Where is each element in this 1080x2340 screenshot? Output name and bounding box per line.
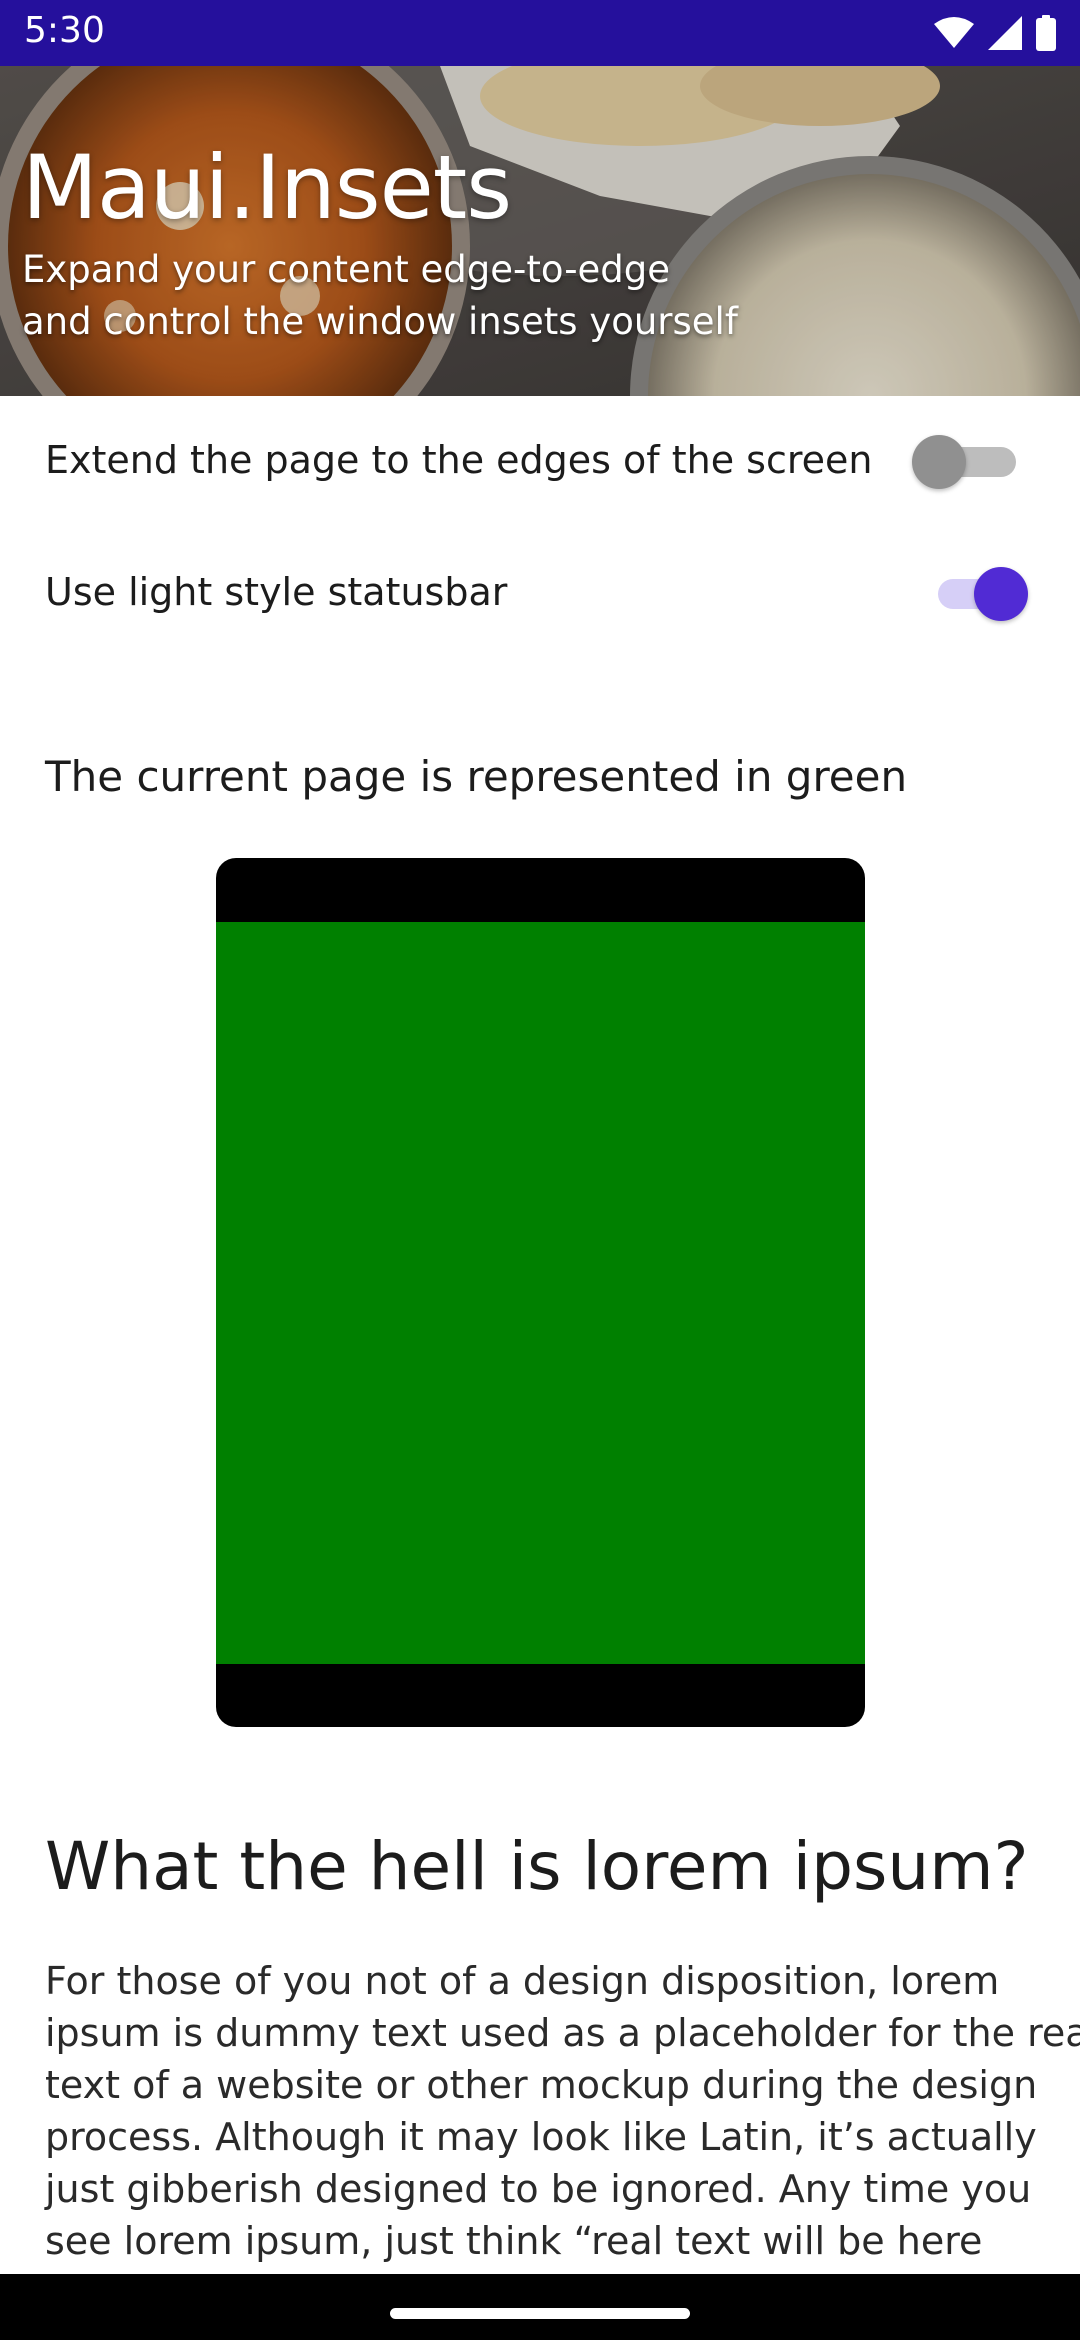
gesture-handle[interactable]	[390, 2308, 690, 2319]
status-icons	[934, 14, 1056, 52]
status-time: 5:30	[24, 10, 105, 51]
app-subtitle-line-1: Expand your content edge-to-edge	[22, 248, 671, 291]
article-line: process. Although it may look like Latin…	[45, 2115, 1037, 2159]
extend-edges-switch[interactable]	[912, 432, 1022, 492]
article-heading: What the hell is lorem ipsum?	[45, 1828, 1029, 1905]
switch-thumb	[974, 567, 1028, 621]
article-line: text of a website or other mockup during…	[45, 2063, 1038, 2107]
app-screen: 5:30 Maui.Insets Expand your content edg…	[0, 0, 1080, 2340]
app-title: Maui.Insets	[22, 136, 512, 239]
article-body: For those of you not of a design disposi…	[45, 1955, 1080, 2267]
navigation-bar	[0, 2274, 1080, 2340]
article-line: see lorem ipsum, just think “real text w…	[45, 2219, 983, 2263]
battery-icon	[1036, 15, 1056, 51]
header-banner: Maui.Insets Expand your content edge-to-…	[0, 66, 1080, 396]
light-statusbar-label: Use light style statusbar	[45, 570, 508, 614]
article-line: ipsum is dummy text used as a placeholde…	[45, 2011, 1080, 2055]
app-subtitle-line-2: and control the window insets yourself	[22, 300, 738, 343]
switch-thumb	[912, 435, 966, 489]
article-line: just gibberish designed to be ignored. A…	[45, 2167, 1032, 2211]
article-line: For those of you not of a design disposi…	[45, 1959, 1000, 2003]
cellular-signal-icon	[988, 16, 1022, 50]
wifi-icon	[934, 16, 974, 50]
current-page-area	[216, 922, 865, 1664]
phone-preview-frame	[216, 858, 865, 1727]
preview-caption: The current page is represented in green	[45, 752, 908, 801]
extend-edges-label: Extend the page to the edges of the scre…	[45, 438, 873, 482]
light-statusbar-switch[interactable]	[918, 564, 1028, 624]
status-bar: 5:30	[0, 0, 1080, 66]
